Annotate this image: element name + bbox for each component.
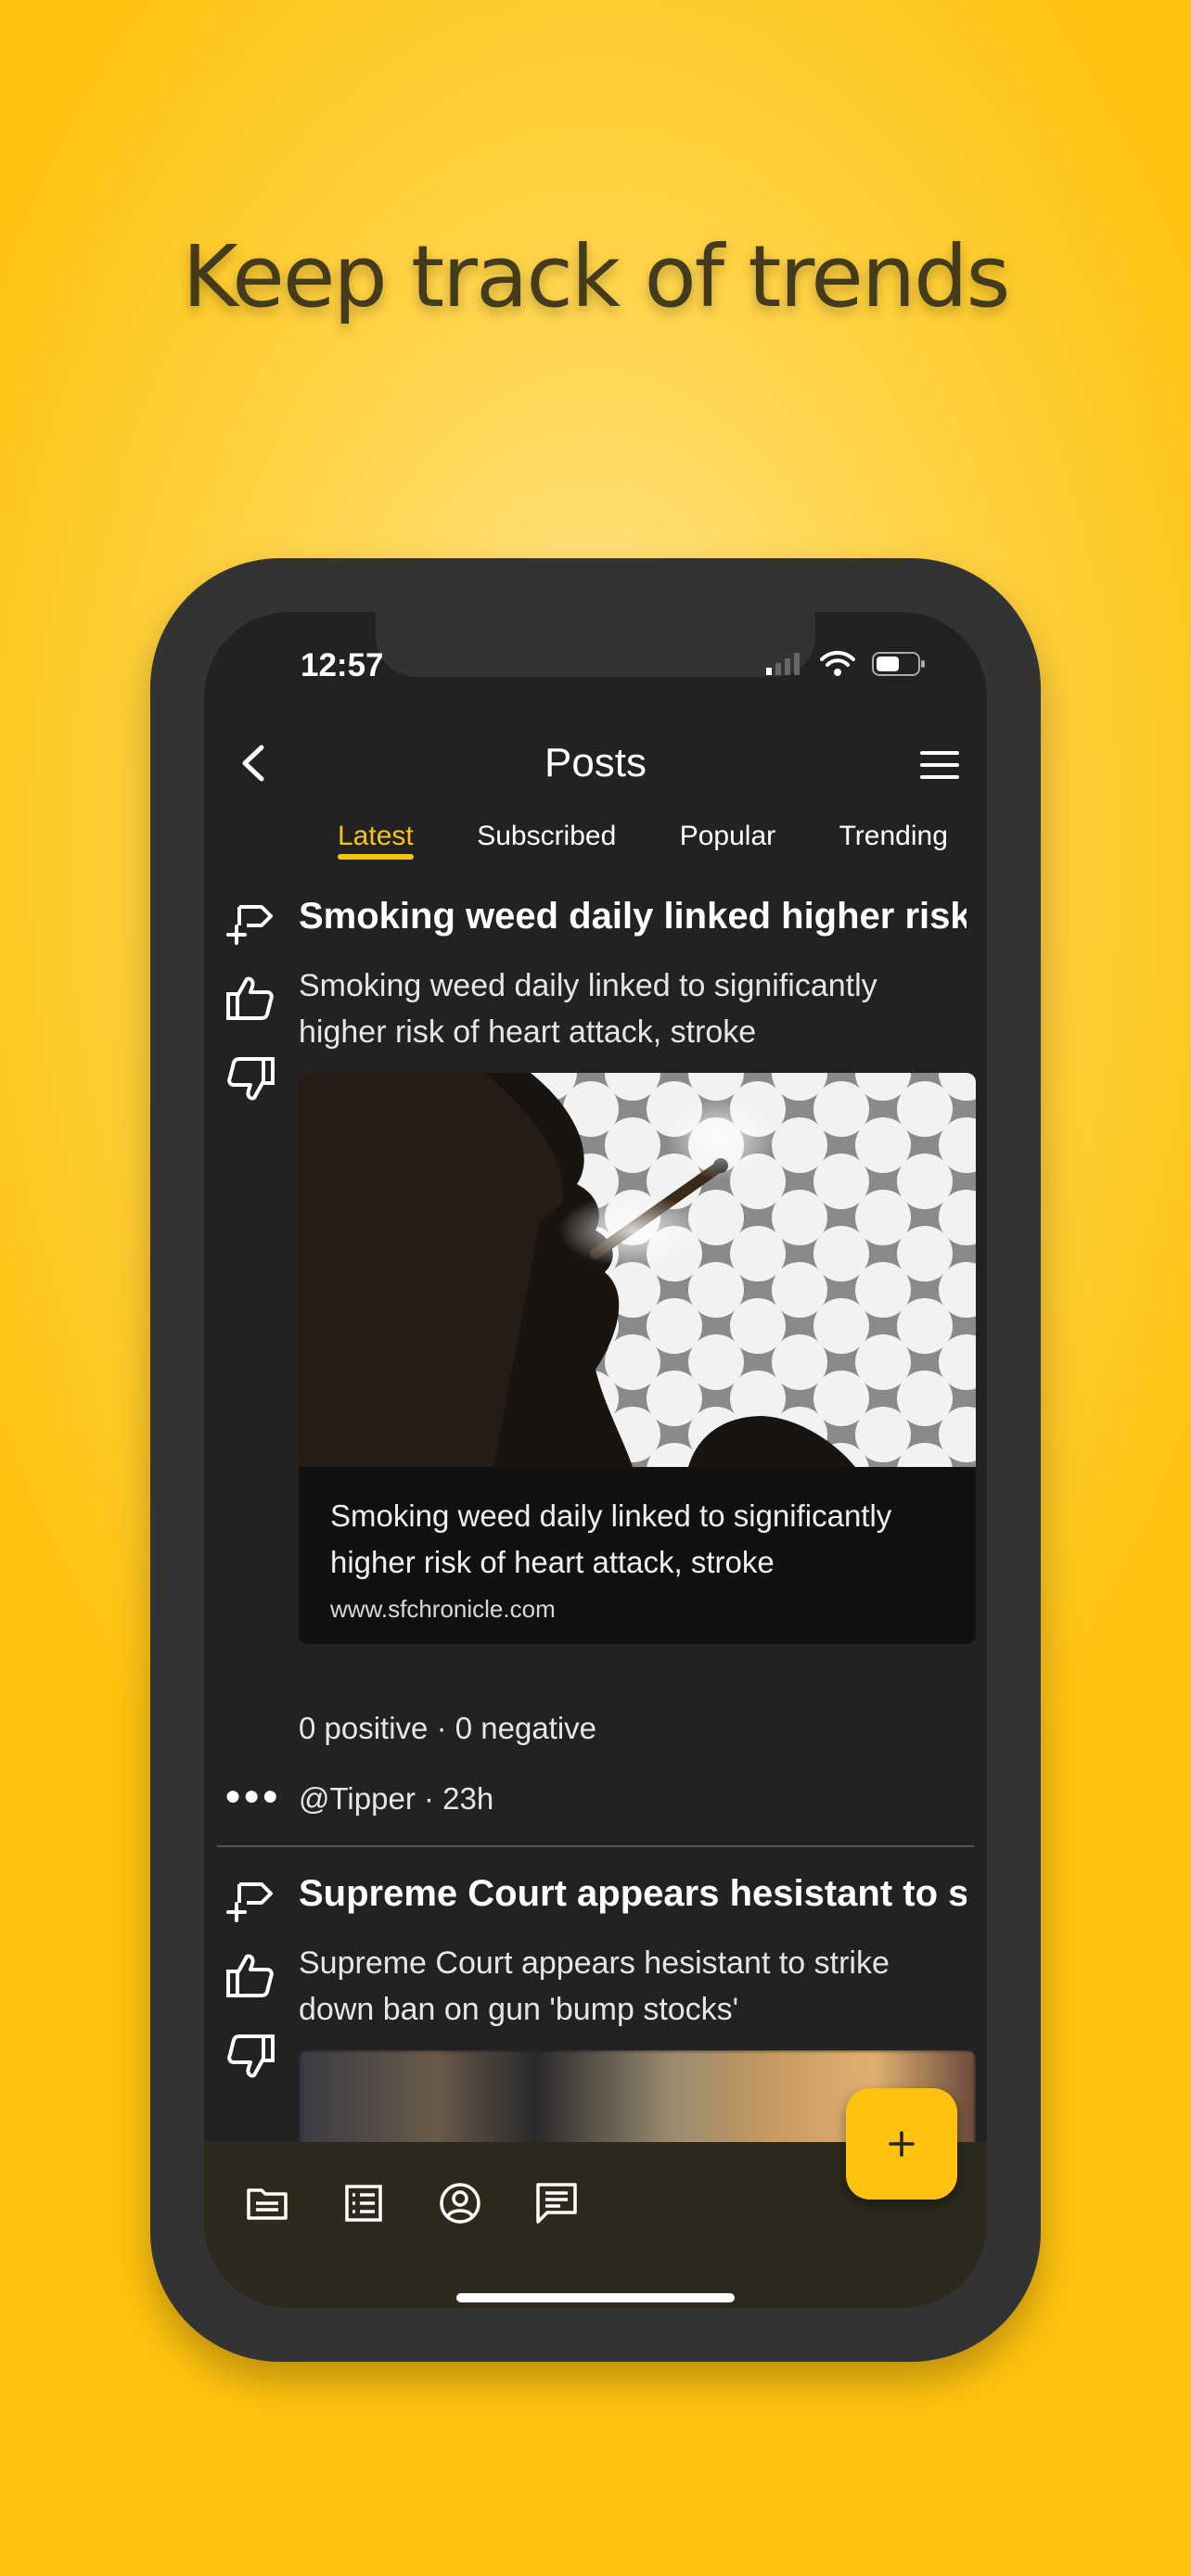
new-post-button[interactable]	[846, 2088, 957, 2200]
link-preview-title: Smoking weed daily linked to significant…	[330, 1498, 892, 1579]
link-preview-domain: www.sfchronicle.com	[330, 1595, 556, 1623]
menu-icon[interactable]	[916, 742, 963, 788]
thumbs-up-icon[interactable]	[224, 972, 276, 1024]
list-icon[interactable]	[339, 2179, 388, 2227]
link-preview-image	[299, 1073, 976, 1467]
phone-frame: 12:57 Posts Latest Subscribed Popular Tr…	[150, 558, 1041, 2362]
post-meta[interactable]: @Tipper · 23h	[299, 1781, 493, 1817]
vote-summary: 0 positive · 0 negative	[299, 1711, 597, 1745]
more-options-icon[interactable]: ●●●	[224, 1780, 278, 1812]
folder-icon[interactable]	[243, 2179, 291, 2227]
home-indicator[interactable]	[456, 2293, 735, 2302]
link-preview-card[interactable]: Smoking weed daily linked to significant…	[299, 1073, 976, 1644]
status-time: 12:57	[301, 647, 384, 683]
divider	[217, 1845, 974, 1847]
tab-popular[interactable]: Popular	[680, 821, 775, 861]
post-title[interactable]: Smoking weed daily linked higher risk of…	[299, 896, 967, 937]
reply-icon[interactable]	[224, 898, 276, 950]
post-body: Smoking weed daily linked to significant…	[299, 968, 877, 1050]
comments-icon[interactable]	[532, 2179, 581, 2227]
page-title: Posts	[544, 740, 647, 785]
tab-subscribed[interactable]: Subscribed	[477, 821, 616, 861]
tab-latest[interactable]: Latest	[338, 821, 414, 861]
profile-icon[interactable]	[436, 2179, 484, 2227]
post-body: Supreme Court appears hesistant to strik…	[299, 1945, 890, 2027]
notch	[376, 612, 815, 677]
reply-icon[interactable]	[224, 1875, 276, 1927]
thumbs-up-icon[interactable]	[224, 1949, 276, 2001]
nav-bar: Posts	[204, 733, 987, 797]
tab-trending[interactable]: Trending	[839, 821, 948, 861]
post-title[interactable]: Supreme Court appears hesistant to strik…	[299, 1873, 967, 1915]
plus-icon	[889, 2131, 915, 2157]
tab-bar: Latest Subscribed Popular Trending	[338, 821, 987, 876]
status-icons	[766, 651, 926, 677]
battery-icon	[872, 652, 925, 676]
app-screen: 12:57 Posts Latest Subscribed Popular Tr…	[204, 612, 987, 2308]
wifi-icon	[820, 651, 855, 676]
thumbs-down-icon[interactable]	[224, 2031, 276, 2083]
headline: Keep track of trends	[182, 227, 1010, 326]
signal-icon	[766, 653, 800, 675]
thumbs-down-icon[interactable]	[224, 1053, 276, 1105]
